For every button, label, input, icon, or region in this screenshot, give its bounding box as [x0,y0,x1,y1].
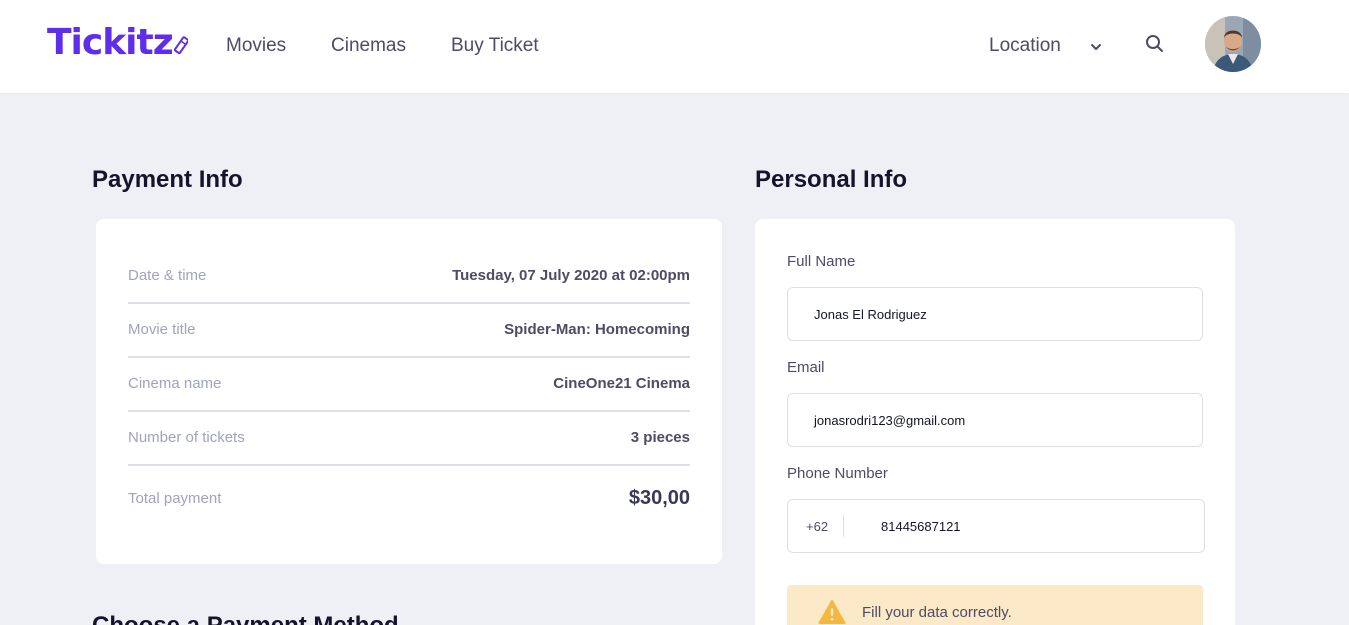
email-label: Email [787,359,825,376]
ticket-pen-icon [173,36,188,55]
warning-alert: Fill your data correctly. [787,585,1203,625]
phone-country-code: +62 [806,518,829,534]
payment-row-label: Movie title [128,321,196,338]
divider [128,356,690,358]
payment-info-card: Date & time Tuesday, 07 July 2020 at 02:… [96,219,722,564]
location-dropdown[interactable]: Location [989,35,1061,57]
total-payment-value: $30,00 [628,487,690,509]
payment-row-label: Date & time [128,267,207,284]
payment-row-label: Total payment [128,490,222,507]
payment-row-value: CineOne21 Cinema [553,375,690,392]
payment-method-title: Choose a Payment Method [92,612,399,625]
payment-info-title: Payment Info [92,166,243,193]
warning-icon [818,600,846,624]
chevron-down-icon[interactable] [1090,41,1102,53]
payment-row-value: Tuesday, 07 July 2020 at 02:00pm [452,267,690,284]
full-name-field[interactable]: Jonas El Rodriguez [787,287,1203,341]
phone-field[interactable]: +62 81445687121 [787,499,1205,553]
full-name-label: Full Name [787,253,856,270]
alert-message: Fill your data correctly. [862,603,1012,621]
personal-info-title: Personal Info [755,166,908,193]
payment-row-tickets: Number of tickets 3 pieces [128,429,690,446]
payment-row-label: Cinema name [128,375,222,392]
logo-text: Tickitz [47,22,174,63]
payment-row-value: Spider-Man: Homecoming [504,321,690,338]
email-field[interactable]: jonasrodri123@gmail.com [787,393,1203,447]
divider [128,410,690,412]
navbar: Tickitz Movies Cinemas Buy Ticket Locati… [0,0,1349,93]
payment-row-date: Date & time Tuesday, 07 July 2020 at 02:… [128,267,690,284]
divider [128,464,690,466]
personal-info-card: Full Name Jonas El Rodriguez Email jonas… [755,219,1235,625]
search-icon[interactable] [1145,34,1164,53]
payment-row-value: 3 pieces [630,429,690,446]
phone-label: Phone Number [787,465,888,482]
nav-buy-ticket[interactable]: Buy Ticket [451,35,539,57]
nav-movies[interactable]: Movies [226,35,286,57]
divider [128,302,690,304]
nav-cinemas[interactable]: Cinemas [331,35,406,57]
payment-row-label: Number of tickets [128,429,245,446]
payment-row-total: Total payment $30,00 [128,487,690,510]
payment-row-movie: Movie title Spider-Man: Homecoming [128,321,690,338]
location-label: Location [989,35,1061,56]
payment-row-cinema: Cinema name CineOne21 Cinema [128,375,690,392]
phone-number-value: 81445687121 [881,518,961,534]
avatar[interactable] [1205,16,1261,72]
logo[interactable]: Tickitz [47,22,188,63]
